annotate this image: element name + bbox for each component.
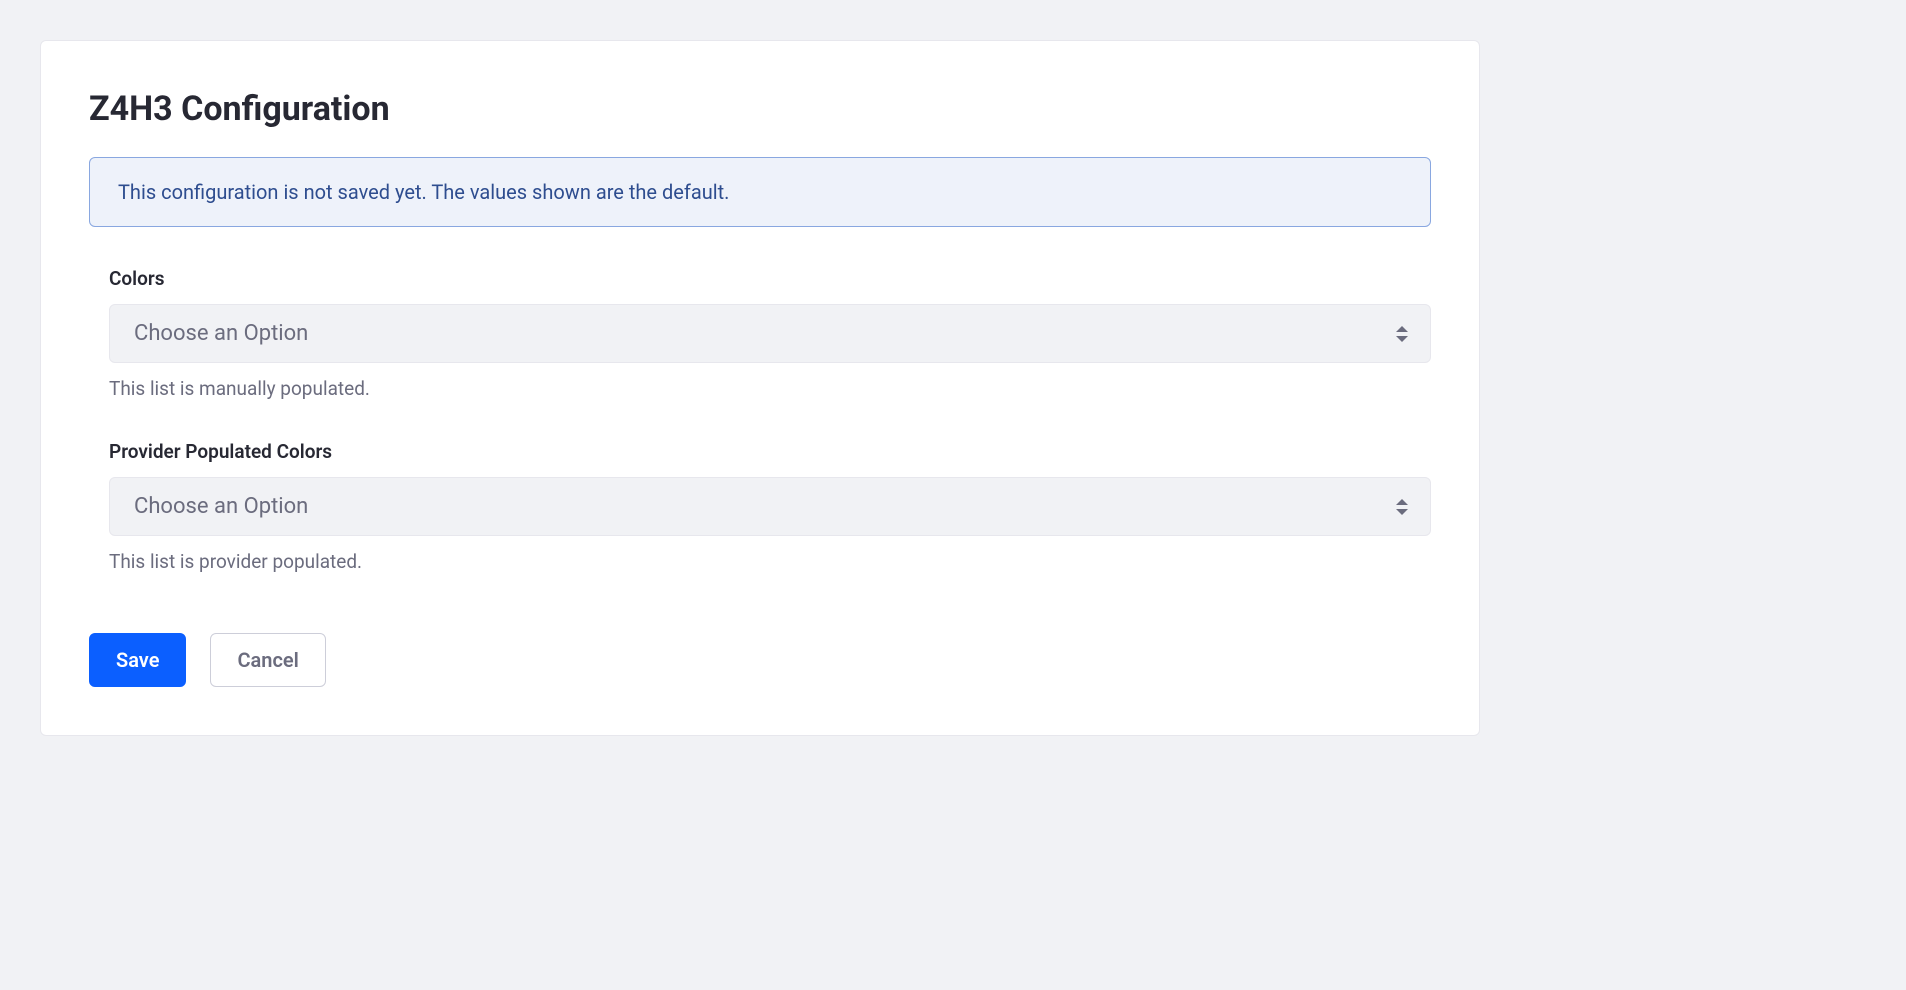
page-title: Z4H3 Configuration xyxy=(89,89,1431,129)
provider-colors-label: Provider Populated Colors xyxy=(109,440,1431,463)
cancel-button[interactable]: Cancel xyxy=(210,633,325,687)
colors-help-text: This list is manually populated. xyxy=(109,377,1431,400)
configuration-card: Z4H3 Configuration This configuration is… xyxy=(40,40,1480,736)
save-button[interactable]: Save xyxy=(89,633,186,687)
alert-info: This configuration is not saved yet. The… xyxy=(89,157,1431,227)
button-row: Save Cancel xyxy=(89,633,1431,687)
colors-label: Colors xyxy=(109,267,1431,290)
form-group-provider-colors: Provider Populated Colors Choose an Opti… xyxy=(89,440,1431,573)
provider-colors-select[interactable]: Choose an Option xyxy=(109,477,1431,536)
alert-message: This configuration is not saved yet. The… xyxy=(118,180,729,204)
provider-colors-select-wrapper: Choose an Option xyxy=(109,477,1431,536)
colors-select-wrapper: Choose an Option xyxy=(109,304,1431,363)
provider-colors-help-text: This list is provider populated. xyxy=(109,550,1431,573)
form-group-colors: Colors Choose an Option This list is man… xyxy=(89,267,1431,400)
colors-select[interactable]: Choose an Option xyxy=(109,304,1431,363)
